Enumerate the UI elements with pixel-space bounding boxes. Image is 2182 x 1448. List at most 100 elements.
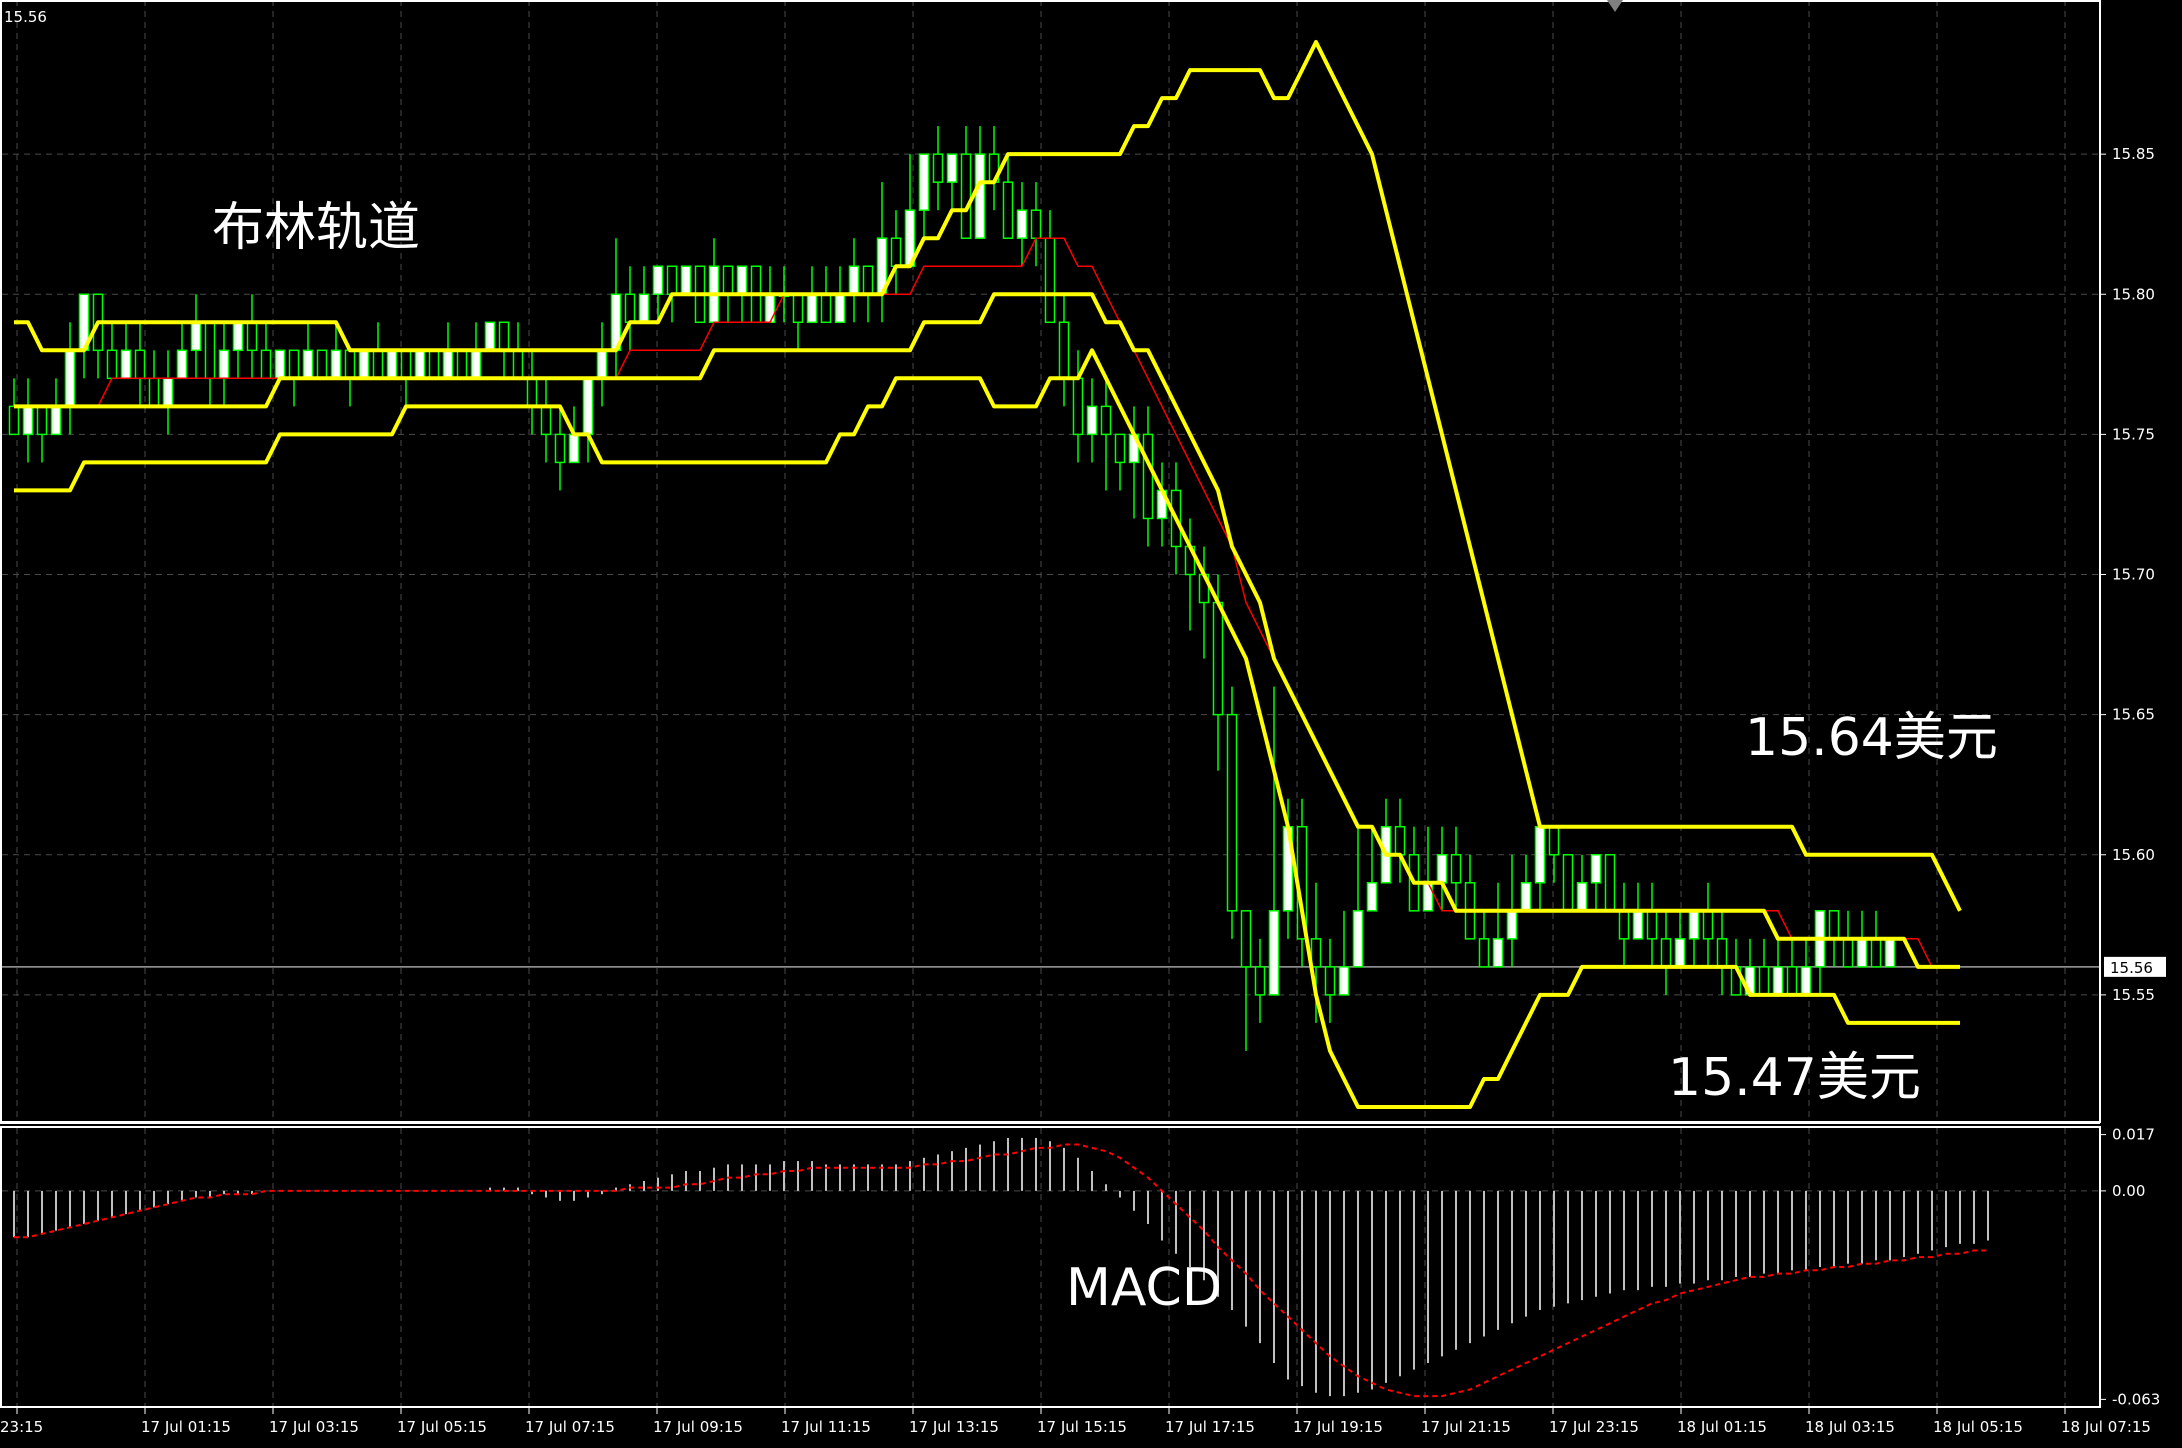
candle-body [470,349,482,380]
candle-body [1100,405,1112,436]
time-tick-label: 17 Jul 03:15 [269,1418,359,1436]
candle-body [1758,966,1770,996]
candle-body [1226,713,1238,912]
candle-body [274,349,286,380]
candle-body [246,321,258,352]
candle-body [932,153,944,183]
candle-body [554,433,566,464]
candle-body [512,349,524,380]
candle-body [946,153,958,183]
macd-label: MACD [1066,1258,1222,1318]
candle-body [64,349,76,408]
price-tick-label: 15.70 [2112,566,2155,584]
candle-body [1576,882,1588,912]
candle-body [1002,181,1014,239]
price-tick-label: 15.80 [2112,285,2155,303]
candle-body [638,293,650,324]
time-tick-label: 17 Jul 09:15 [653,1418,743,1436]
candle-body [1114,433,1126,464]
candle-body [372,349,384,380]
candle-body [582,377,594,436]
candle-body [1086,405,1098,436]
price-tick-label: 15.60 [2112,846,2155,864]
candle-body [1142,433,1154,520]
macd-tick-label: 0.017 [2112,1126,2155,1144]
candle-body [764,293,776,324]
upper-band-price-label: 15.64美元 [1745,708,1998,768]
time-tick-label: 23:15 [0,1418,43,1436]
candle-body [50,405,62,436]
candle-body [1268,910,1280,996]
candle-body [1534,825,1546,884]
candle-body [134,349,146,380]
candle-body [1492,938,1504,968]
time-tick-label: 17 Jul 19:15 [1293,1418,1383,1436]
bollinger-label: 布林轨道 [212,198,420,258]
candle-body [540,405,552,436]
price-tick-label: 15.55 [2112,986,2155,1004]
candle-body [1604,854,1616,912]
candle-body [1800,966,1812,996]
candle-body [1884,938,1896,968]
candle-body [1310,938,1322,968]
candle-body [1646,910,1658,940]
candle-body [1562,854,1574,912]
candle-body [386,349,398,380]
candle-body [1856,938,1868,968]
price-tick-label: 15.65 [2112,706,2155,724]
current-price-label: 15.56 [2110,959,2153,977]
chart-canvas: 15.56 23:15 17 Jul 01:15 17 Jul 03:15 17 Ju… [0,0,2182,1448]
price-tick-label: 15.85 [2112,145,2155,163]
candle-body [498,321,510,352]
candle-body [1870,938,1882,968]
time-tick-label: 18 Jul 07:15 [2061,1418,2151,1436]
candle-body [1450,854,1462,884]
candle-body [1240,910,1252,968]
time-tick-label: 17 Jul 11:15 [781,1418,871,1436]
candle-body [1660,938,1672,968]
candle-body [680,265,692,296]
time-tick-label: 17 Jul 17:15 [1165,1418,1255,1436]
candle-body [1436,854,1448,884]
candle-body [974,153,986,239]
candle-body [1618,910,1630,940]
candle-body [1212,601,1224,716]
candle-body [1842,938,1854,968]
candle-body [330,349,342,380]
candle-body [1772,966,1784,996]
candle-body [1716,938,1728,968]
time-tick-label: 17 Jul 05:15 [397,1418,487,1436]
candle-body [428,349,440,380]
candle-body [22,405,34,436]
time-tick-label: 17 Jul 23:15 [1549,1418,1639,1436]
candle-body [1324,966,1336,996]
time-tick-label: 18 Jul 05:15 [1933,1418,2023,1436]
candle-body [232,321,244,352]
candle-body [1548,825,1560,856]
candle-body [960,153,972,239]
candle-body [120,349,132,380]
candle-body [652,265,664,296]
candle-body [596,349,608,380]
candle-body [890,237,902,267]
candle-body [722,265,734,296]
candle-body [792,293,804,324]
price-tick-label: 15.75 [2112,425,2155,443]
candle-body [456,349,468,380]
candle-body [1478,938,1490,968]
candle-body [820,293,832,324]
candle-body [1366,882,1378,912]
candle-body [1058,321,1070,380]
lower-band-price-label: 15.47美元 [1668,1048,1921,1108]
candle-body [918,153,930,211]
candle-body [1030,209,1042,239]
candle-body [8,405,20,436]
macd-tick-label: -0.063 [2112,1390,2160,1408]
candle-body [400,349,412,380]
candle-body [176,349,188,380]
candle-body [848,265,860,296]
candle-body [736,265,748,296]
time-tick-label: 18 Jul 03:15 [1805,1418,1895,1436]
candle-body [568,433,580,464]
time-tick-label: 17 Jul 15:15 [1037,1418,1127,1436]
